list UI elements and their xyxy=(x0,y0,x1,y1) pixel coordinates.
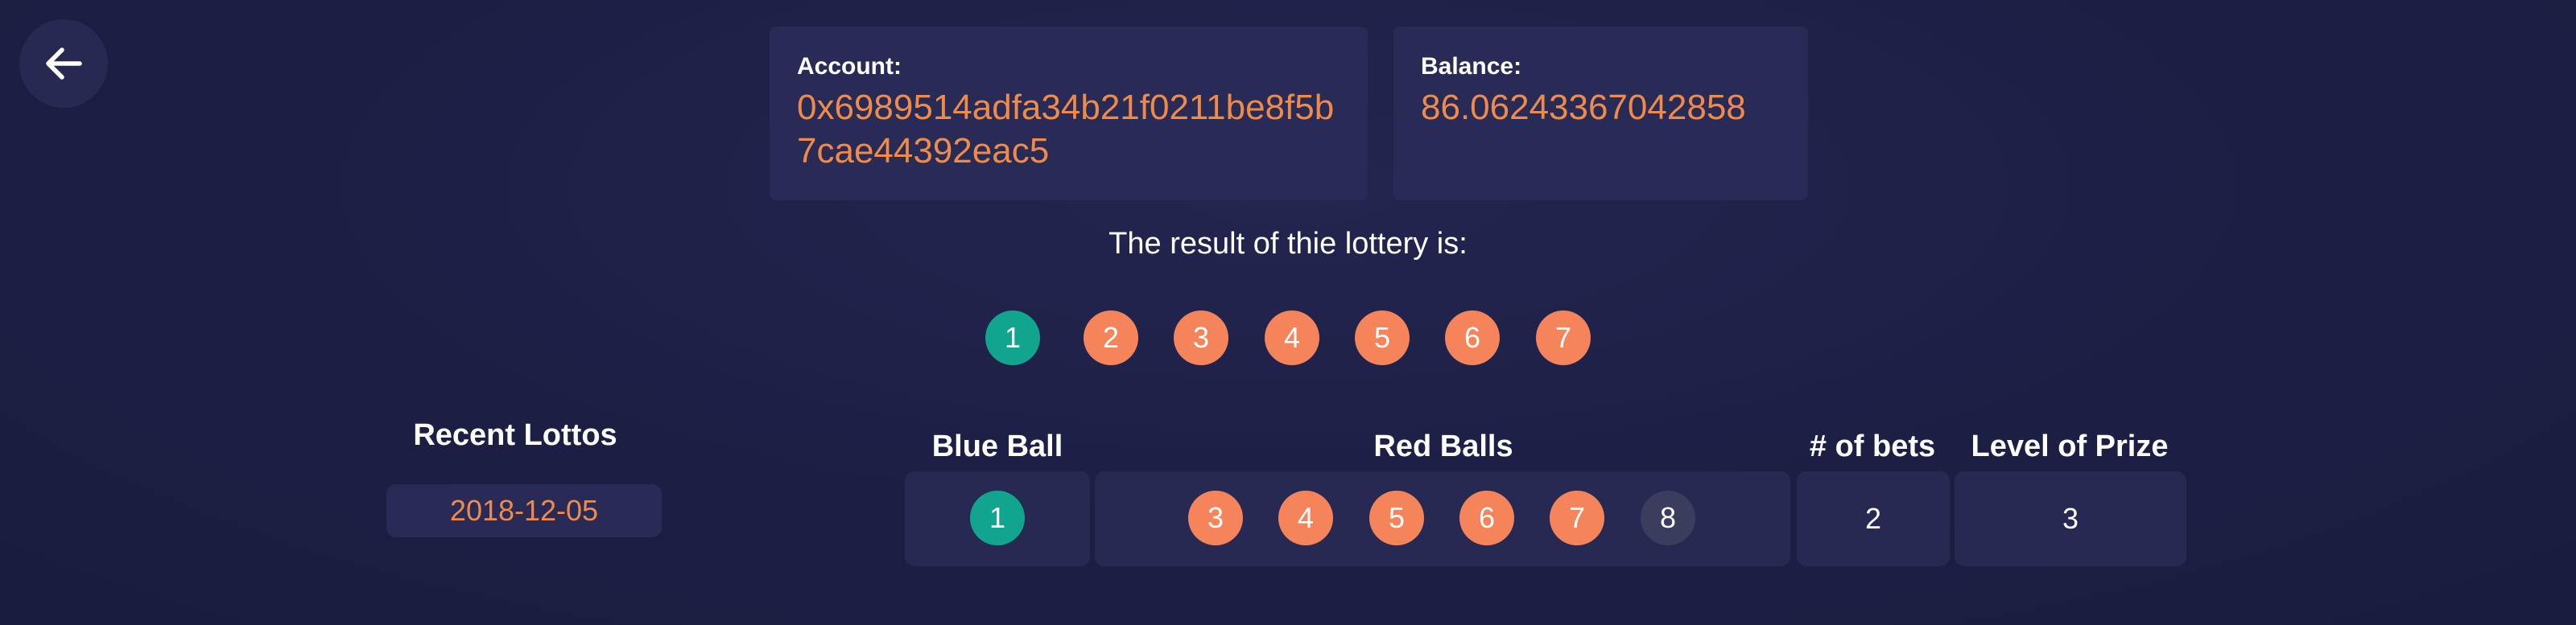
result-title: The result of thie lottery is: xyxy=(1108,227,1468,261)
balance-value: 86.06243367042858 xyxy=(1421,88,1746,127)
result-red-ball: 6 xyxy=(1445,310,1500,365)
prize-value: 3 xyxy=(2062,502,2079,535)
arrow-left-icon xyxy=(46,47,82,80)
result-red-ball: 5 xyxy=(1355,310,1410,365)
row-red-ball: 5 xyxy=(1369,491,1424,545)
back-button[interactable] xyxy=(19,19,108,108)
result-red-ball: 2 xyxy=(1084,310,1138,365)
balance-label: Balance: xyxy=(1421,53,1522,80)
balance-card: Balance: 86.06243367042858 xyxy=(1393,27,1808,200)
result-red-ball: 4 xyxy=(1265,310,1319,365)
recent-lottos-title: Recent Lottos xyxy=(413,418,617,452)
red-balls-header: Red Balls xyxy=(1373,430,1513,463)
bets-header: # of bets xyxy=(1809,430,1936,463)
account-address: 0x6989514adfa34b21f0211be8f5b7cae44392ea… xyxy=(797,88,1335,171)
row-extra-ball: 8 xyxy=(1641,491,1695,545)
recent-lotto-date[interactable]: 2018-12-05 xyxy=(386,484,662,537)
result-blue-ball: 1 xyxy=(985,310,1040,365)
bets-value: 2 xyxy=(1864,502,1882,535)
result-red-ball: 3 xyxy=(1174,310,1228,365)
prize-header: Level of Prize xyxy=(1971,430,2169,463)
row-red-ball: 4 xyxy=(1278,491,1333,545)
row-blue-ball: 1 xyxy=(970,491,1025,545)
blue-ball-header: Blue Ball xyxy=(931,430,1063,463)
result-red-ball: 7 xyxy=(1536,310,1591,365)
account-label: Account: xyxy=(797,53,902,80)
row-red-ball: 7 xyxy=(1550,491,1604,545)
row-red-ball: 3 xyxy=(1188,491,1243,545)
account-card: Account: 0x6989514adfa34b21f0211be8f5b7c… xyxy=(770,27,1368,200)
row-red-ball: 6 xyxy=(1459,491,1514,545)
